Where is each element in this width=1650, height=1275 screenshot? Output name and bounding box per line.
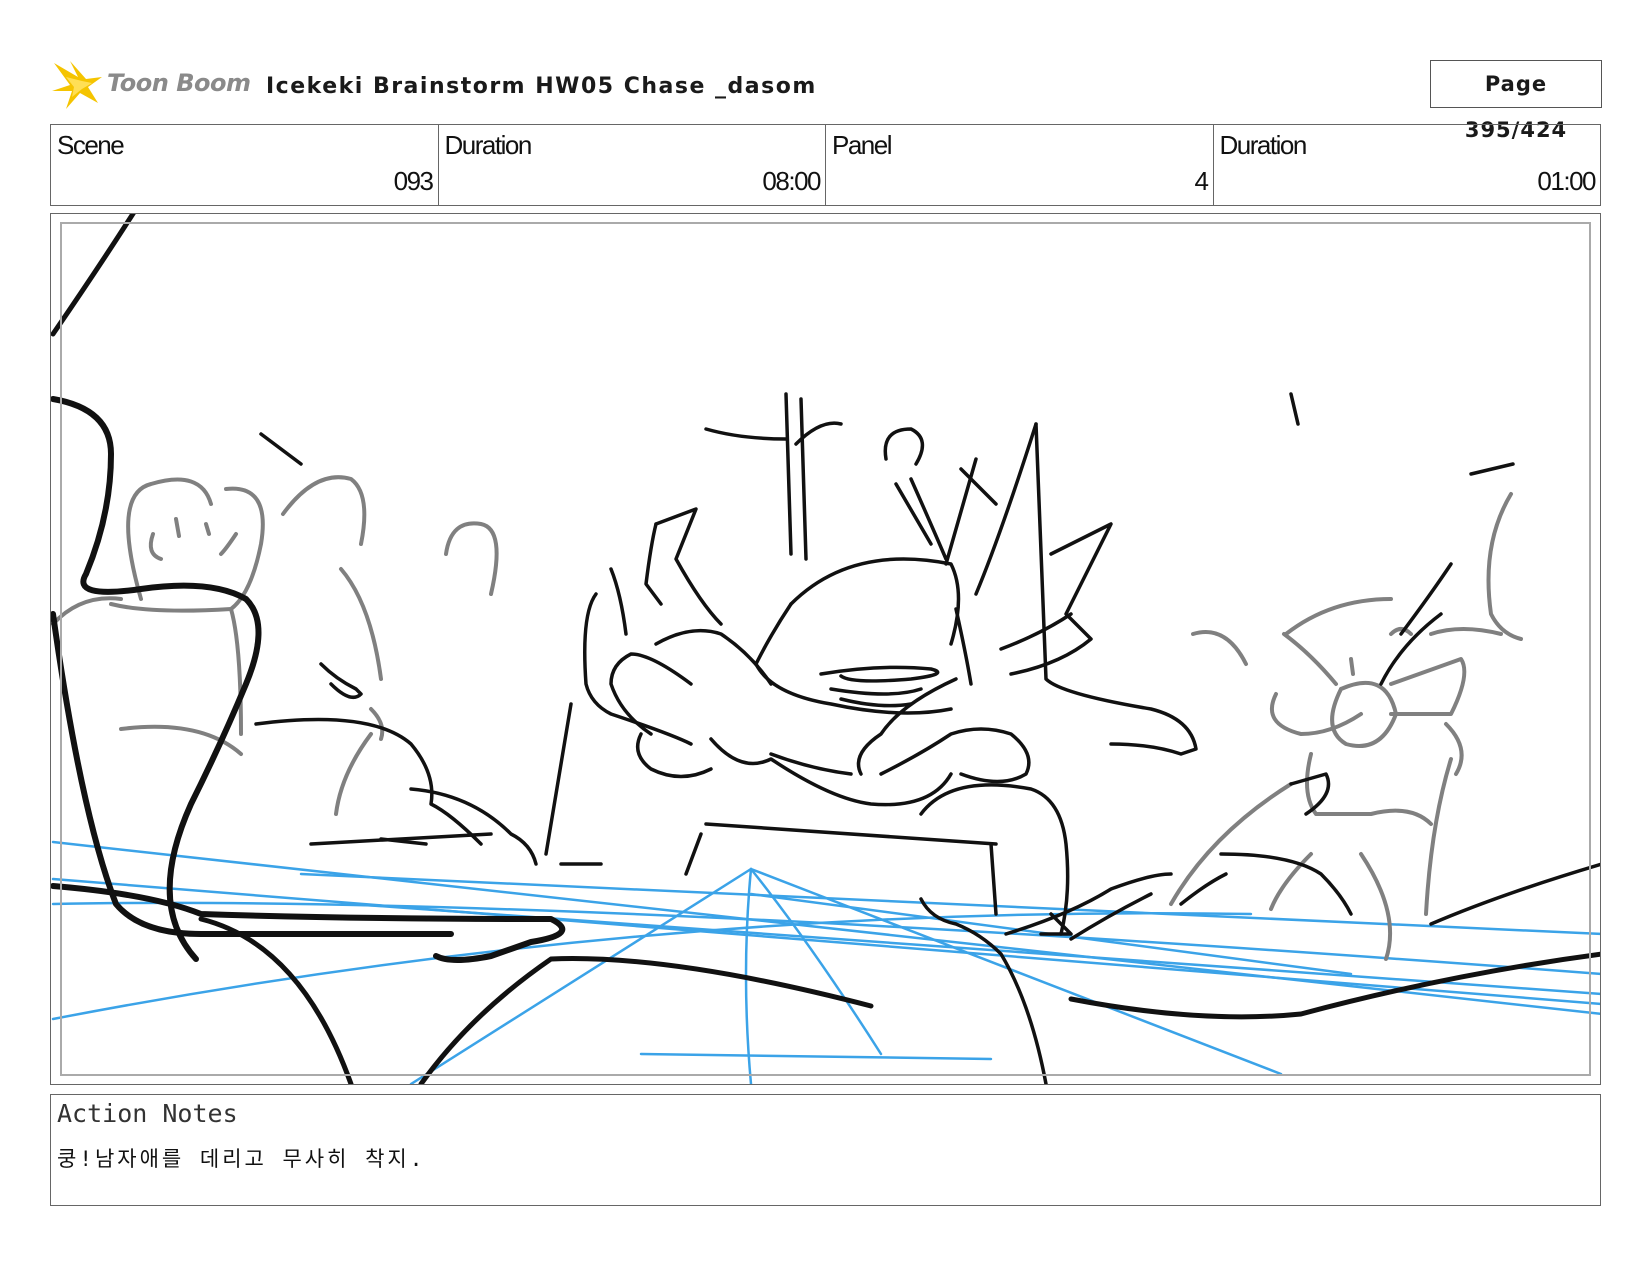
black-sketch-lines (51, 214, 1600, 1084)
panel-cell: Panel 4 (826, 125, 1214, 205)
blue-floor-lines (51, 840, 1600, 1084)
panel-sketch (51, 214, 1600, 1084)
scene-value: 093 (393, 166, 434, 196)
scene-info-table: Scene 093 Duration 08:00 Panel 4 Duratio… (50, 124, 1601, 206)
toon-boom-logo: Toon Boom (52, 57, 252, 113)
gray-sketch-figures (51, 475, 1523, 961)
storyboard-panel (50, 213, 1601, 1085)
action-notes-text: 쿵!남자애를 데리고 무사히 착지. (57, 1147, 426, 1171)
panel-duration-value: 01:00 (1537, 166, 1596, 196)
scene-duration-label: Duration (444, 130, 533, 160)
project-title: Icekeki Brainstorm HW05 Chase _dasom (266, 74, 817, 99)
scene-duration-value: 08:00 (762, 166, 821, 196)
action-notes-label: Action Notes (57, 1099, 238, 1128)
page-number: Page 395/424 (1430, 60, 1602, 142)
panel-duration-label: Duration (1219, 130, 1308, 160)
panel-duration-cell: Duration 01:00 (1214, 125, 1601, 205)
panel-label: Panel (832, 130, 893, 160)
page-header: Toon Boom Icekeki Brainstorm HW05 Chase … (52, 55, 1604, 142)
scene-label: Scene (57, 130, 125, 160)
scene-cell: Scene 093 (51, 125, 439, 205)
panel-value: 4 (1194, 166, 1209, 196)
starburst-icon (52, 61, 102, 109)
logo-text: Toon Boom (107, 69, 251, 97)
action-notes-box: Action Notes 쿵!남자애를 데리고 무사히 착지. (50, 1094, 1601, 1206)
scene-duration-cell: Duration 08:00 (439, 125, 826, 205)
